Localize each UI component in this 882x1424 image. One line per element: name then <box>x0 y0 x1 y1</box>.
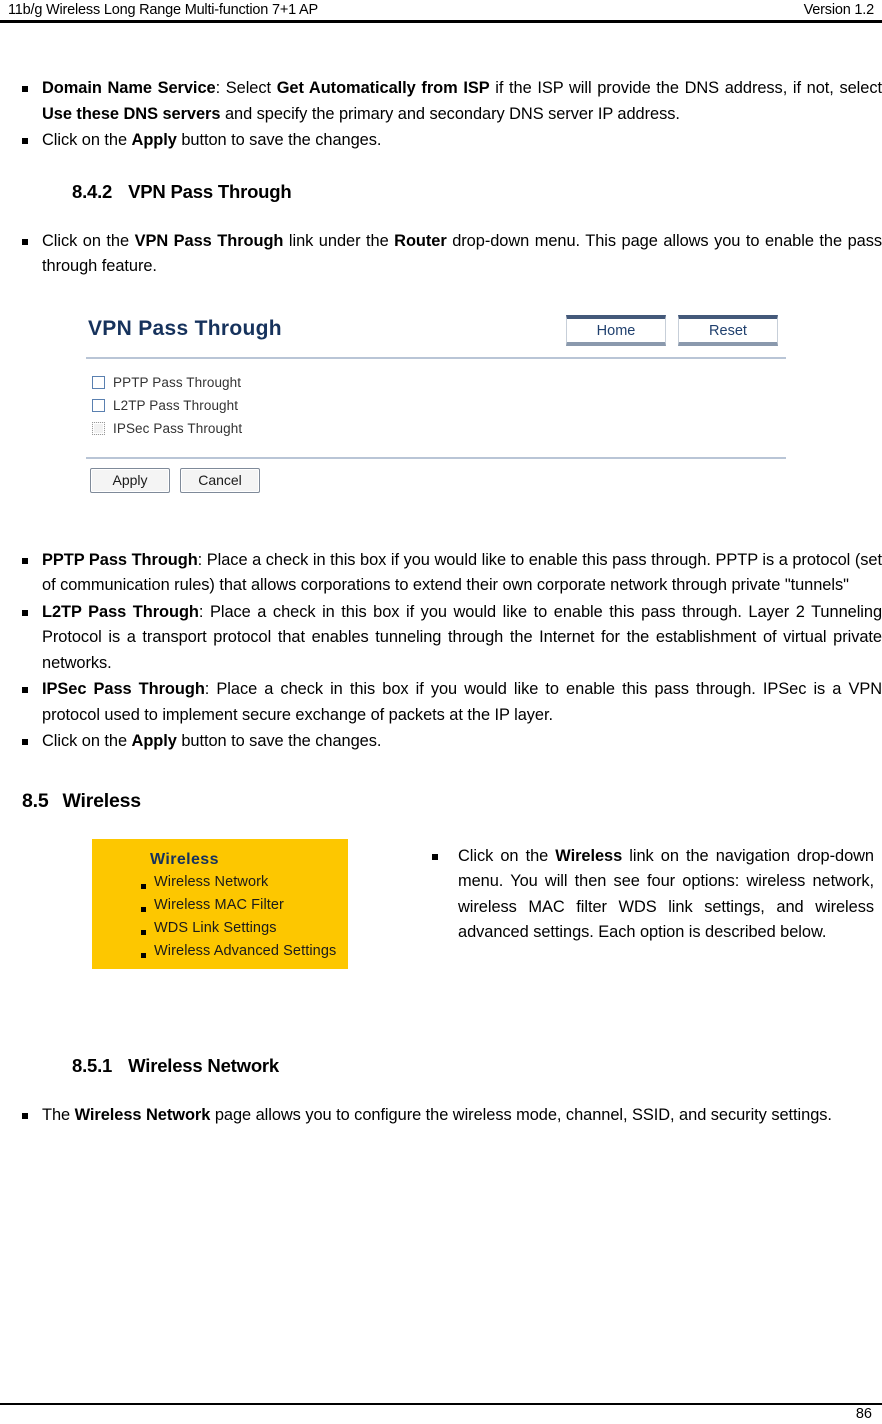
intro-bullet-list: Domain Name Service: Select Get Automati… <box>0 76 882 154</box>
list-item: Click on the Apply button to save the ch… <box>0 729 882 755</box>
list-item: Click on the VPN Pass Through link under… <box>0 229 882 280</box>
header-version: Version 1.2 <box>803 2 875 18</box>
heading-text: Wireless Network <box>128 1054 280 1076</box>
pptp-pass-through-label: PPTP Pass Throught <box>113 374 242 390</box>
list-item: Click on the Apply button to save the ch… <box>0 128 882 154</box>
heading-8-5: 8.5 Wireless <box>0 790 882 813</box>
heading-number: 8.4.2 <box>72 180 113 202</box>
figure-nav-buttons: Home Reset <box>566 314 778 346</box>
pptp-pass-through-checkbox[interactable] <box>92 375 105 389</box>
list-item: Domain Name Service: Select Get Automati… <box>0 76 882 127</box>
cancel-button[interactable]: Cancel <box>180 467 260 493</box>
header-product-title: 11b/g Wireless Long Range Multi-function… <box>8 2 318 18</box>
checkbox-row-pptp[interactable]: PPTP Pass Throught <box>92 371 242 394</box>
list-item: PPTP Pass Through: Place a check in this… <box>0 548 882 599</box>
wireless-bullet-list: Click on the Wireless link on the naviga… <box>418 844 876 946</box>
wireless-menu-title: Wireless <box>150 850 219 868</box>
menu-item-wireless-network[interactable]: Wireless Network <box>140 871 348 894</box>
menu-item-wireless-mac-filter[interactable]: Wireless MAC Filter <box>140 894 348 917</box>
figure-title-rule <box>86 356 786 359</box>
checkbox-row-l2tp[interactable]: L2TP Pass Throught <box>92 394 242 417</box>
figure-form-buttons: Apply Cancel <box>90 467 260 493</box>
heading-text: VPN Pass Through <box>128 180 292 202</box>
menu-item-wireless-advanced-settings[interactable]: Wireless Advanced Settings <box>140 940 348 963</box>
heading-8-4-2: 8.4.2 VPN Pass Through <box>0 181 882 203</box>
wireless-description-column: Click on the Wireless link on the naviga… <box>418 844 876 947</box>
list-item: Click on the Wireless link on the naviga… <box>418 844 876 946</box>
list-item: The Wireless Network page allows you to … <box>0 1103 882 1129</box>
figure-wireless-menu: Wireless Wireless Network Wireless MAC F… <box>92 838 348 969</box>
checkbox-row-ipsec[interactable]: IPSec Pass Throught <box>92 417 242 440</box>
page-number: 86 <box>855 1406 872 1422</box>
heading-8-5-1: 8.5.1 Wireless Network <box>0 1055 882 1077</box>
footer-divider-rule <box>0 1403 882 1405</box>
l2tp-pass-through-checkbox[interactable] <box>92 398 105 412</box>
header-divider-rule <box>0 20 882 23</box>
l2tp-pass-through-label: L2TP Pass Throught <box>113 397 239 413</box>
menu-item-wds-link-settings[interactable]: WDS Link Settings <box>140 917 348 940</box>
page-content: Domain Name Service: Select Get Automati… <box>0 32 882 1129</box>
vpn-description-bullet-list: PPTP Pass Through: Place a check in this… <box>0 548 882 755</box>
wireless-figure-and-text: Wireless Wireless Network Wireless MAC F… <box>0 838 882 1007</box>
list-item: L2TP Pass Through: Place a check in this… <box>0 600 882 677</box>
figure-footer-rule <box>86 456 786 459</box>
heading-number: 8.5 <box>22 789 49 812</box>
heading-text: Wireless <box>62 789 142 812</box>
wireless-menu-list: Wireless Network Wireless MAC Filter WDS… <box>92 871 348 963</box>
section-851-bullet-list: The Wireless Network page allows you to … <box>0 1103 882 1129</box>
figure-panel-title: VPN Pass Through <box>88 316 282 340</box>
figure-vpn-pass-through: VPN Pass Through Home Reset PPTP Pass Th… <box>78 304 798 510</box>
pass-through-checkbox-group: PPTP Pass Throught L2TP Pass Throught IP… <box>92 371 242 440</box>
ipsec-pass-through-checkbox[interactable] <box>92 421 105 435</box>
ipsec-pass-through-label: IPSec Pass Throught <box>113 420 243 436</box>
home-button[interactable]: Home <box>566 314 666 346</box>
reset-button[interactable]: Reset <box>678 314 778 346</box>
list-item: IPSec Pass Through: Place a check in thi… <box>0 677 882 728</box>
apply-button[interactable]: Apply <box>90 467 170 493</box>
section-842-bullet-list: Click on the VPN Pass Through link under… <box>0 229 882 280</box>
heading-number: 8.5.1 <box>72 1054 113 1076</box>
